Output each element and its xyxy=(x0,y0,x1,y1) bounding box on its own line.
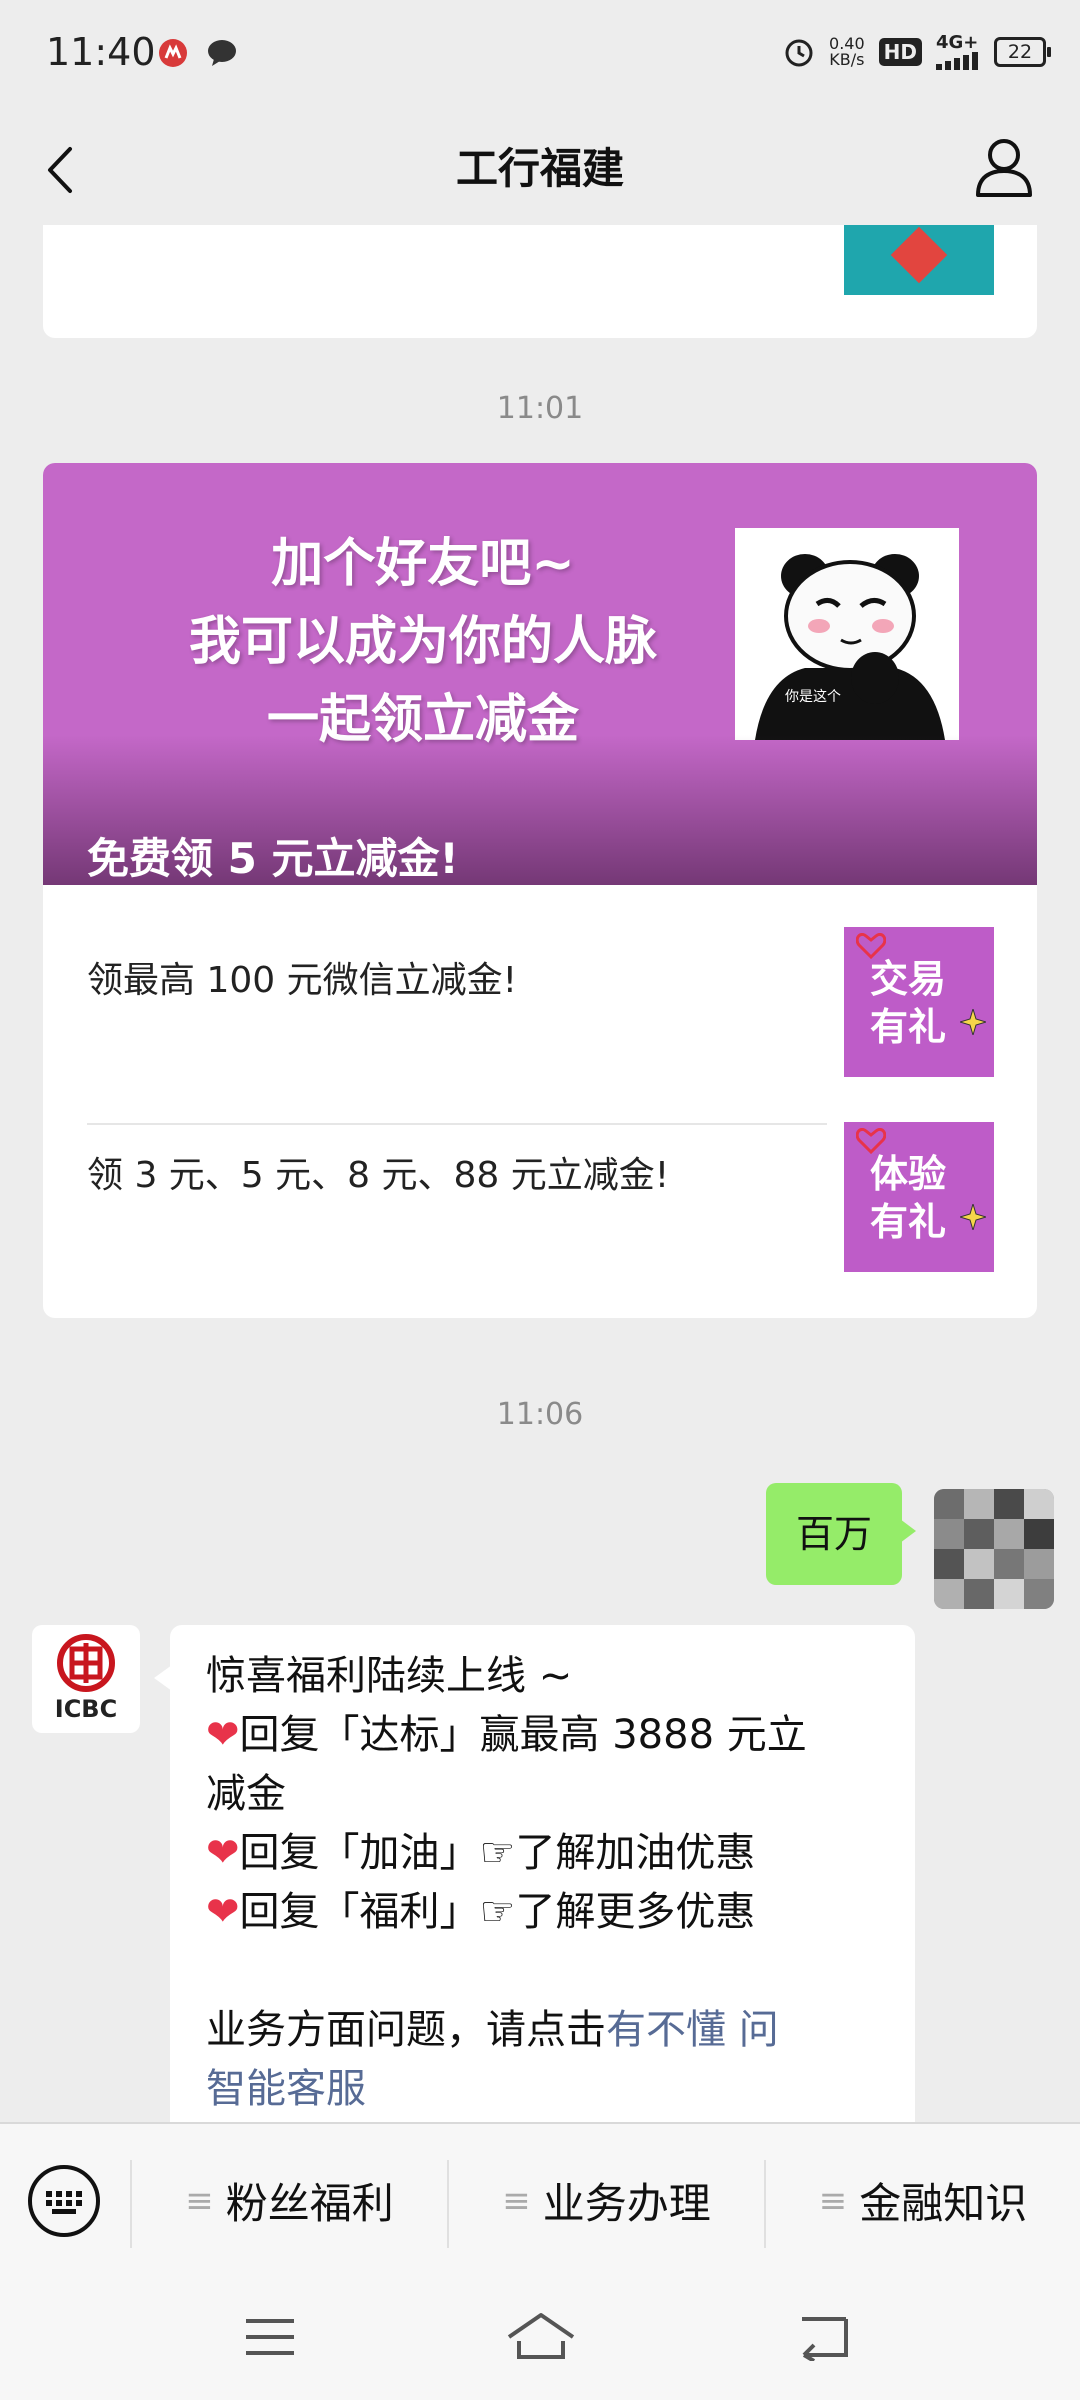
menu-fan-benefits[interactable]: ≡ 粉丝福利 xyxy=(132,2124,447,2277)
timestamp: 11:01 xyxy=(496,391,584,426)
pixelated-avatar-image xyxy=(934,1489,1054,1609)
news-list-item[interactable]: 领最高 100 元微信立减金! 交易 有礼 xyxy=(43,885,1037,1081)
menu-finance-knowledge[interactable]: ≡ 金融知识 xyxy=(766,2124,1080,2277)
message-line: ❤回复「加油」☞了解加油优惠 xyxy=(206,1830,756,1876)
outgoing-message-bubble[interactable]: 百万 xyxy=(765,1483,917,1585)
panda-meme-icon xyxy=(755,554,945,740)
status-right-icons: 0.40 KB/s HD 4G+ 22 xyxy=(783,34,1051,70)
thumbnail-shape xyxy=(890,226,948,284)
timestamp: 11:06 xyxy=(496,1397,584,1432)
smart-service-link[interactable]: 智能客服 xyxy=(206,2060,879,2119)
chat-notification-icon xyxy=(208,40,236,66)
heart-emoji-icon: ❤ xyxy=(206,1889,240,1935)
sticker-caption: 你是这个 xyxy=(785,689,841,705)
panda-sticker-image: 你是这个 xyxy=(735,528,959,740)
message-line: 业务方面问题，请点击有不懂 问 xyxy=(206,2007,779,2053)
incoming-message-bubble[interactable]: 惊喜福利陆续上线 ~ ❤回复「达标」赢最高 3888 元立 减金 ❤回复「加油」… xyxy=(154,1625,915,2122)
signal-indicator: 4G+ xyxy=(936,34,980,70)
pointing-hand-icon: ☞ xyxy=(479,1889,516,1935)
system-navigation-bar xyxy=(0,2275,1080,2400)
icbc-avatar[interactable]: ICBC xyxy=(32,1625,140,1733)
smart-service-link[interactable]: 有不懂 问 xyxy=(606,2007,779,2053)
app-notification-icon xyxy=(159,39,187,67)
news-list-item[interactable]: 领 3 元、5 元、8 元、88 元立减金! 体验 有礼 xyxy=(43,1080,1037,1276)
banner-line: 我可以成为你的人脉 xyxy=(188,612,657,672)
user-avatar[interactable] xyxy=(934,1489,1054,1609)
official-account-menu: ≡ 粉丝福利 ≡ 业务办理 ≡ 金融知识 xyxy=(0,2122,1080,2277)
news-article-card[interactable]: 加个好友吧~ 我可以成为你的人脉 一起领立减金 你是这个 免费领 5 元立减金!… xyxy=(43,463,1037,1318)
previous-article-card[interactable] xyxy=(43,225,1037,338)
back-nav-icon[interactable] xyxy=(796,2311,852,2361)
profile-icon[interactable] xyxy=(974,135,1034,199)
news-item-thumbnail: 体验 有礼 xyxy=(844,1122,994,1272)
alarm-icon xyxy=(785,39,813,67)
status-bar: 11:40 0.40 KB/s HD 4G+ 22 xyxy=(0,0,1080,115)
thumbnail-text: 交易 xyxy=(870,957,947,1001)
home-icon[interactable] xyxy=(505,2311,577,2361)
status-time: 11:40 xyxy=(46,30,156,74)
article-banner[interactable]: 加个好友吧~ 我可以成为你的人脉 一起领立减金 你是这个 免费领 5 元立减金! xyxy=(43,463,1037,885)
chat-title: 工行福建 xyxy=(455,144,624,193)
network-speed: 0.40 KB/s xyxy=(829,34,865,69)
chat-header: 工行福建 xyxy=(0,115,1080,225)
hd-badge: HD xyxy=(878,38,922,66)
news-item-title: 领最高 100 元微信立减金! xyxy=(87,960,518,1001)
menu-list-icon: ≡ xyxy=(818,2180,848,2221)
article-thumbnail xyxy=(844,225,994,295)
signal-bars-icon xyxy=(936,52,978,70)
menu-list-icon: ≡ xyxy=(502,2180,531,2221)
menu-list-icon: ≡ xyxy=(185,2180,214,2221)
thumbnail-text: 有礼 xyxy=(870,1005,947,1049)
sparkle-icon xyxy=(960,1009,986,1035)
icbc-logo-text: ICBC xyxy=(54,1695,118,1723)
pointing-hand-icon: ☞ xyxy=(479,1830,516,1876)
keyboard-icon xyxy=(46,2191,82,2214)
banner-caption: 免费领 5 元立减金! xyxy=(87,834,459,883)
battery-indicator: 22 xyxy=(994,37,1051,67)
thumbnail-text: 有礼 xyxy=(870,1200,947,1244)
status-notification-icons xyxy=(158,38,238,68)
keyboard-toggle-button[interactable] xyxy=(28,2165,100,2237)
banner-line: 加个好友吧~ xyxy=(271,534,575,594)
banner-headline: 加个好友吧~ 我可以成为你的人脉 一起领立减金 xyxy=(103,525,743,759)
message-line: ❤回复「福利」☞了解更多优惠 xyxy=(206,1889,756,1935)
message-line: 惊喜福利陆续上线 ~ xyxy=(206,1653,573,1699)
message-line: ❤回复「达标」赢最高 3888 元立 xyxy=(206,1712,807,1758)
sparkle-icon xyxy=(960,1204,986,1230)
recent-apps-icon[interactable] xyxy=(244,2315,296,2359)
thumbnail-text: 体验 xyxy=(870,1152,947,1196)
heart-emoji-icon: ❤ xyxy=(206,1712,240,1758)
chat-scroll-area[interactable]: 11:01 加个好友吧~ 我可以成为你的人脉 一起领立减金 你是这个 免费领 5… xyxy=(0,225,1080,2122)
news-item-thumbnail: 交易 有礼 xyxy=(844,927,994,1077)
network-type: 4G+ xyxy=(936,32,979,53)
menu-business[interactable]: ≡ 业务办理 xyxy=(449,2124,764,2277)
message-text: 百万 xyxy=(795,1512,872,1556)
heart-emoji-icon: ❤ xyxy=(206,1830,240,1876)
news-item-title: 领 3 元、5 元、8 元、88 元立减金! xyxy=(87,1155,670,1196)
message-line: 减金 xyxy=(206,1771,286,1817)
